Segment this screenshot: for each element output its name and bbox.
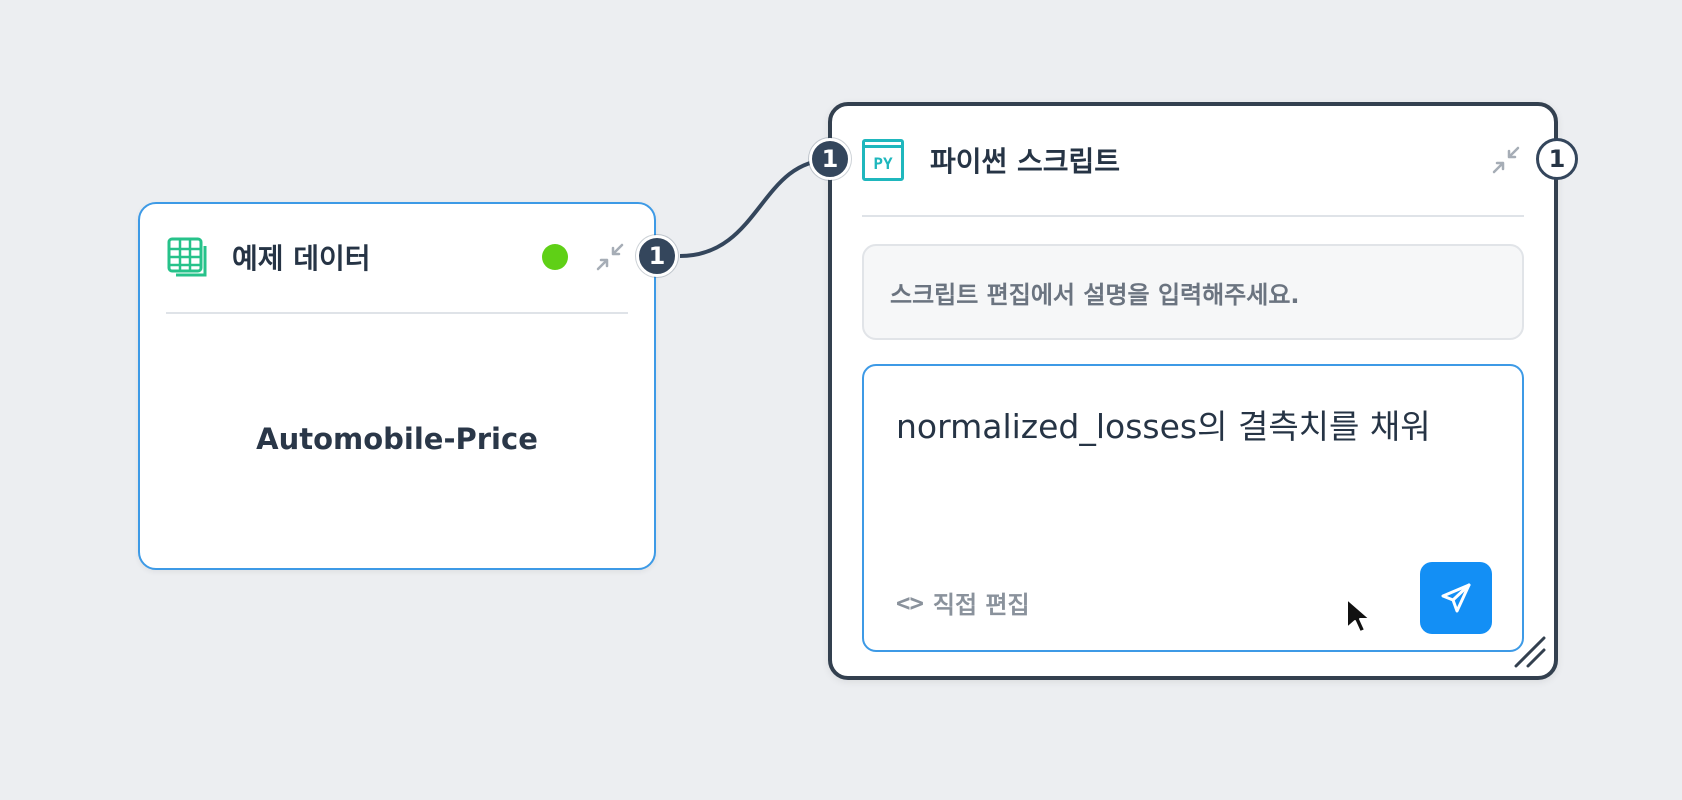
python-node-output-port[interactable]: 1 bbox=[1536, 138, 1578, 180]
table-icon bbox=[166, 236, 208, 278]
python-icon-text: PY bbox=[873, 153, 893, 173]
paper-plane-icon bbox=[1441, 583, 1471, 613]
dataset-name: Automobile-Price bbox=[256, 422, 538, 456]
script-description[interactable]: 스크립트 편집에서 설명을 입력해주세요. bbox=[862, 244, 1524, 340]
python-node-header: PY 파이썬 스크립트 bbox=[862, 134, 1524, 186]
resize-handle[interactable] bbox=[1510, 632, 1548, 670]
python-node-divider bbox=[862, 215, 1524, 217]
collapse-icon[interactable] bbox=[592, 239, 628, 275]
data-node[interactable]: 예제 데이터 Automobile-Price bbox=[138, 202, 656, 570]
python-node-input-port[interactable]: 1 bbox=[809, 138, 851, 180]
prompt-input[interactable]: normalized_losses의 결측치를 채워 <> 직접 편집 bbox=[862, 364, 1524, 652]
prompt-text[interactable]: normalized_losses의 결측치를 채워 bbox=[896, 400, 1490, 448]
direct-edit-link[interactable]: <> 직접 편집 bbox=[896, 585, 1030, 620]
collapse-icon[interactable] bbox=[1488, 142, 1524, 178]
send-button[interactable] bbox=[1420, 562, 1492, 634]
python-script-node[interactable]: PY 파이썬 스크립트 스크립트 편집에서 설명을 입력해주세요. normal… bbox=[828, 102, 1558, 680]
status-indicator bbox=[542, 244, 568, 270]
data-node-divider bbox=[166, 312, 628, 314]
data-node-output-port[interactable]: 1 bbox=[636, 235, 678, 277]
data-node-title: 예제 데이터 bbox=[232, 242, 371, 275]
direct-edit-label: 직접 편집 bbox=[932, 591, 1030, 619]
workflow-canvas[interactable]: 예제 데이터 Automobile-Price 1 PY 파이썬 스크립트 스크… bbox=[0, 0, 1682, 800]
python-icon: PY bbox=[862, 139, 904, 181]
python-node-title: 파이썬 스크립트 bbox=[930, 145, 1121, 178]
code-icon: <> bbox=[896, 588, 924, 617]
data-node-header: 예제 데이터 bbox=[166, 232, 628, 282]
